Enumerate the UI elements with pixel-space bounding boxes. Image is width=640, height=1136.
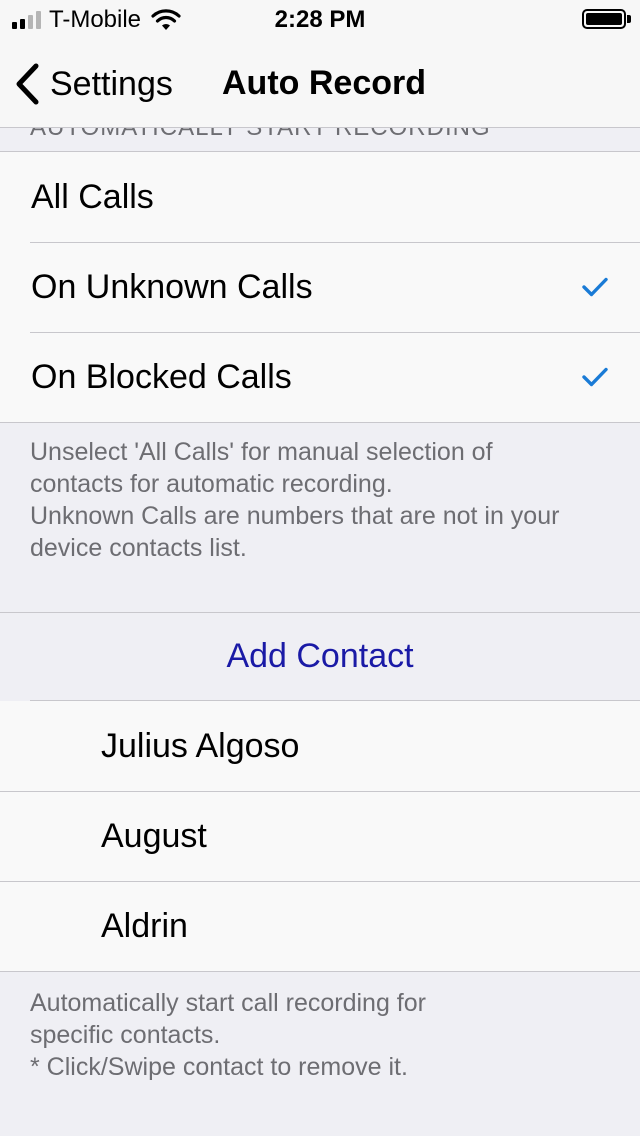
battery-level xyxy=(586,13,622,25)
footer-line: * Click/Swipe contact to remove it. xyxy=(30,1053,408,1081)
page-title: Auto Record xyxy=(222,64,426,102)
option-label: On Unknown Calls xyxy=(31,267,313,306)
battery-icon xyxy=(582,9,626,29)
contact-name: Aldrin xyxy=(101,906,188,945)
contact-row[interactable]: Aldrin xyxy=(0,881,640,971)
battery-cap xyxy=(627,15,631,23)
option-label: All Calls xyxy=(31,177,154,216)
contact-name: August xyxy=(101,816,207,855)
status-bar: T-Mobile 2:28 PM xyxy=(0,0,640,40)
checkmark-icon xyxy=(582,367,608,387)
option-label: On Blocked Calls xyxy=(31,357,292,396)
section-header-label: AUTOMATICALLY START RECORDING xyxy=(30,128,491,142)
footer-line: device contacts list. xyxy=(30,534,247,562)
add-contact-label: Add Contact xyxy=(226,637,414,675)
contacts-list: Julius Algoso August Aldrin xyxy=(0,700,640,972)
contact-name: Julius Algoso xyxy=(101,726,300,765)
chevron-left-icon xyxy=(16,63,39,105)
add-contact-button[interactable]: Add Contact xyxy=(0,612,640,702)
status-time: 2:28 PM xyxy=(274,6,366,33)
footer-line: Automatically start call recording for xyxy=(30,989,426,1017)
contacts-footer-note: Automatically start call recording for s… xyxy=(30,987,620,1083)
options-footer-note: Unselect 'All Calls' for manual selectio… xyxy=(30,436,620,564)
checkmark-icon xyxy=(582,277,608,297)
back-button[interactable]: Settings xyxy=(14,62,173,106)
navigation-bar: Settings Auto Record xyxy=(0,40,640,128)
section-header: AUTOMATICALLY START RECORDING xyxy=(0,128,640,151)
recording-options-group: All Calls On Unknown Calls On Blocked Ca… xyxy=(0,151,640,423)
option-blocked-calls[interactable]: On Blocked Calls xyxy=(0,332,640,422)
footer-line: Unknown Calls are numbers that are not i… xyxy=(30,502,560,530)
option-unknown-calls[interactable]: On Unknown Calls xyxy=(0,242,640,332)
contact-row[interactable]: August xyxy=(0,791,640,881)
contact-row[interactable]: Julius Algoso xyxy=(0,700,640,791)
footer-line: specific contacts. xyxy=(30,1021,221,1049)
option-all-calls[interactable]: All Calls xyxy=(0,152,640,242)
back-label: Settings xyxy=(50,64,173,103)
footer-line: Unselect 'All Calls' for manual selectio… xyxy=(30,438,493,466)
footer-line: contacts for automatic recording. xyxy=(30,470,393,498)
